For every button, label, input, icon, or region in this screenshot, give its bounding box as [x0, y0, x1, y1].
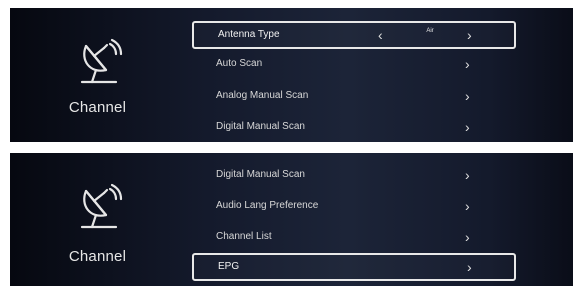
menu-item-label: Analog Manual Scan [216, 90, 309, 101]
antenna-type-value: Air [426, 28, 434, 34]
category-label: Channel [68, 248, 127, 265]
channel-category: Channel [10, 153, 185, 286]
menu-item-label: Digital Manual Scan [216, 121, 305, 132]
menu-item-digital-manual-scan[interactable]: Digital Manual Scan › [192, 163, 516, 191]
chevron-left-icon[interactable]: ‹ [378, 23, 383, 47]
channel-menu-screen-2: Channel Digital Manual Scan › Audio Lang… [10, 153, 573, 286]
chevron-right-icon: › [465, 167, 470, 183]
category-label: Channel [68, 99, 127, 116]
chevron-right-icon[interactable]: › [467, 23, 472, 47]
menu-item-label: EPG [218, 261, 240, 272]
menu-item-label: Digital Manual Scan [216, 169, 305, 180]
menu-item-label: Antenna Type [218, 29, 280, 40]
menu-item-antenna-type[interactable]: Antenna Type ‹ Air › [192, 21, 516, 49]
chevron-right-icon: › [467, 259, 472, 275]
chevron-right-icon: › [465, 56, 470, 72]
menu-item-analog-manual-scan[interactable]: Analog Manual Scan › [192, 84, 516, 112]
satellite-dish-icon [76, 36, 128, 88]
menu-item-channel-list[interactable]: Channel List › [192, 225, 516, 253]
menu-item-audio-lang-preference[interactable]: Audio Lang Preference › [192, 194, 516, 222]
chevron-right-icon: › [465, 88, 470, 104]
satellite-dish-icon [76, 181, 128, 233]
channel-category: Channel [10, 8, 185, 142]
menu-item-digital-manual-scan[interactable]: Digital Manual Scan › [192, 115, 516, 142]
menu-item-label: Audio Lang Preference [216, 200, 319, 211]
menu-item-label: Auto Scan [216, 58, 263, 69]
menu-item-label: Channel List [216, 231, 272, 242]
channel-menu-screen-1: Channel Antenna Type ‹ Air › Auto Scan ›… [10, 8, 573, 142]
menu-item-auto-scan[interactable]: Auto Scan › [192, 52, 516, 80]
chevron-right-icon: › [465, 198, 470, 214]
chevron-right-icon: › [465, 119, 470, 135]
chevron-right-icon: › [465, 229, 470, 245]
menu-item-epg[interactable]: EPG › [192, 253, 516, 281]
